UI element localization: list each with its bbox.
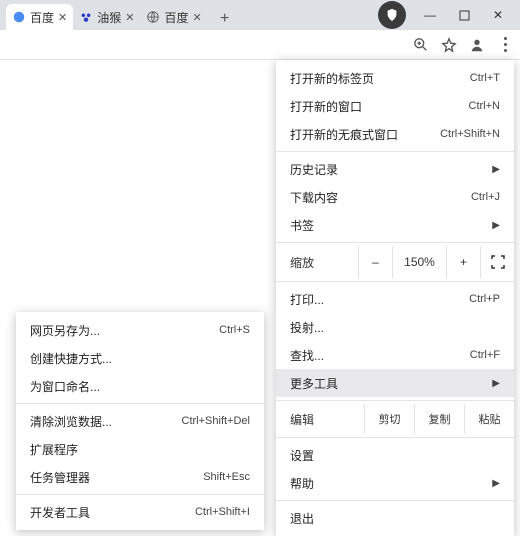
- menu-shortcut: Ctrl+Shift+Del: [182, 415, 250, 427]
- submenu-item-task-manager[interactable]: 任务管理器 Shift+Esc: [16, 463, 264, 491]
- tab-title: 百度: [30, 9, 54, 26]
- menu-label: 缩放: [290, 254, 358, 271]
- menu-label: 打开新的标签页: [290, 70, 374, 87]
- main-menu: 打开新的标签页 Ctrl+T 打开新的窗口 Ctrl+N 打开新的无痕式窗口 C…: [276, 60, 514, 536]
- submenu-item-clear-browsing-data[interactable]: 清除浏览数据... Ctrl+Shift+Del: [16, 407, 264, 435]
- menu-shortcut: Ctrl+N: [469, 100, 500, 112]
- new-tab-button[interactable]: +: [214, 8, 236, 30]
- menu-label: 开发者工具: [30, 504, 90, 521]
- menu-shortcut: Ctrl+T: [470, 72, 500, 84]
- zoom-icon[interactable]: [412, 36, 430, 54]
- menu-item-exit[interactable]: 退出: [276, 504, 514, 532]
- menu-label: 为窗口命名...: [30, 378, 100, 395]
- zoom-out-button[interactable]: –: [358, 246, 392, 278]
- browser-tab[interactable]: 油猴 ✕: [73, 4, 140, 30]
- minimize-button[interactable]: —: [414, 3, 446, 27]
- menu-item-print[interactable]: 打印... Ctrl+P: [276, 285, 514, 313]
- menu-item-more-tools[interactable]: 更多工具 ▶: [276, 369, 514, 397]
- menu-shortcut: Ctrl+Shift+I: [195, 506, 250, 518]
- menu-label: 查找...: [290, 347, 324, 364]
- fullscreen-button[interactable]: [480, 246, 514, 278]
- menu-label: 清除浏览数据...: [30, 413, 112, 430]
- menu-separator: [276, 400, 514, 401]
- menu-item-new-incognito[interactable]: 打开新的无痕式窗口 Ctrl+Shift+N: [276, 120, 514, 148]
- menu-item-new-window[interactable]: 打开新的窗口 Ctrl+N: [276, 92, 514, 120]
- menu-label: 投射...: [290, 319, 324, 336]
- tab-title: 百度: [164, 9, 188, 26]
- menu-item-cast[interactable]: 投射...: [276, 313, 514, 341]
- menu-item-bookmarks[interactable]: 书签 ▶: [276, 211, 514, 239]
- menu-item-downloads[interactable]: 下载内容 Ctrl+J: [276, 183, 514, 211]
- submenu-item-developer-tools[interactable]: 开发者工具 Ctrl+Shift+I: [16, 498, 264, 526]
- menu-label: 退出: [290, 510, 314, 527]
- menu-item-zoom: 缩放 – 150% +: [276, 246, 514, 278]
- menu-item-settings[interactable]: 设置: [276, 441, 514, 469]
- kebab-menu-icon[interactable]: [496, 36, 514, 54]
- menu-label: 编辑: [290, 411, 364, 428]
- chevron-right-icon: ▶: [492, 220, 500, 231]
- menu-separator: [16, 403, 264, 404]
- submenu-item-extensions[interactable]: 扩展程序: [16, 435, 264, 463]
- menu-shortcut: Ctrl+J: [471, 191, 500, 203]
- submenu-item-name-window[interactable]: 为窗口命名...: [16, 372, 264, 400]
- menu-label: 更多工具: [290, 375, 338, 392]
- paste-button[interactable]: 粘贴: [464, 404, 514, 434]
- menu-item-history[interactable]: 历史记录 ▶: [276, 155, 514, 183]
- menu-item-edit: 编辑 剪切 复制 粘贴: [276, 404, 514, 434]
- menu-label: 设置: [290, 447, 314, 464]
- menu-separator: [276, 151, 514, 152]
- menu-shortcut: Ctrl+F: [470, 349, 500, 361]
- close-icon[interactable]: ✕: [58, 11, 67, 24]
- menu-label: 打开新的无痕式窗口: [290, 126, 398, 143]
- menu-label: 打印...: [290, 291, 324, 308]
- menu-item-new-tab[interactable]: 打开新的标签页 Ctrl+T: [276, 64, 514, 92]
- zoom-in-button[interactable]: +: [446, 246, 480, 278]
- close-window-button[interactable]: ✕: [482, 3, 514, 27]
- menu-item-help[interactable]: 帮助 ▶: [276, 469, 514, 497]
- menu-label: 扩展程序: [30, 441, 78, 458]
- menu-separator: [276, 242, 514, 243]
- chevron-right-icon: ▶: [492, 378, 500, 389]
- menu-label: 任务管理器: [30, 469, 90, 486]
- menu-label: 历史记录: [290, 161, 338, 178]
- menu-separator: [276, 500, 514, 501]
- menu-label: 下载内容: [290, 189, 338, 206]
- maximize-button[interactable]: [448, 3, 480, 27]
- close-icon[interactable]: ✕: [125, 11, 134, 24]
- copy-button[interactable]: 复制: [414, 404, 464, 434]
- chevron-right-icon: ▶: [492, 478, 500, 489]
- chevron-right-icon: ▶: [492, 164, 500, 175]
- browser-tab[interactable]: 百度 ✕: [6, 4, 73, 30]
- more-tools-submenu: 网页另存为... Ctrl+S 创建快捷方式... 为窗口命名... 清除浏览数…: [16, 312, 264, 530]
- baidu-paw-icon: [79, 10, 93, 24]
- menu-label: 帮助: [290, 475, 314, 492]
- menu-label: 打开新的窗口: [290, 98, 362, 115]
- menu-item-find[interactable]: 查找... Ctrl+F: [276, 341, 514, 369]
- menu-shortcut: Ctrl+Shift+N: [440, 128, 500, 140]
- menu-separator: [276, 281, 514, 282]
- menu-shortcut: Ctrl+P: [469, 293, 500, 305]
- browser-tab[interactable]: 百度 ✕: [140, 4, 207, 30]
- zoom-level: 150%: [392, 246, 446, 278]
- menu-shortcut: Shift+Esc: [203, 471, 250, 483]
- extension-icon[interactable]: [378, 1, 406, 29]
- submenu-item-create-shortcut[interactable]: 创建快捷方式...: [16, 344, 264, 372]
- menu-label: 创建快捷方式...: [30, 350, 112, 367]
- menu-label: 网页另存为...: [30, 322, 100, 339]
- menu-separator: [16, 494, 264, 495]
- profile-icon[interactable]: [468, 36, 486, 54]
- submenu-item-save-as[interactable]: 网页另存为... Ctrl+S: [16, 316, 264, 344]
- menu-shortcut: Ctrl+S: [219, 324, 250, 336]
- bookmark-star-icon[interactable]: [440, 36, 458, 54]
- close-icon[interactable]: ✕: [192, 11, 201, 24]
- menu-separator: [276, 437, 514, 438]
- baidu-icon: [12, 10, 26, 24]
- menu-label: 书签: [290, 217, 314, 234]
- cut-button[interactable]: 剪切: [364, 404, 414, 434]
- globe-icon: [146, 10, 160, 24]
- tab-title: 油猴: [97, 9, 121, 26]
